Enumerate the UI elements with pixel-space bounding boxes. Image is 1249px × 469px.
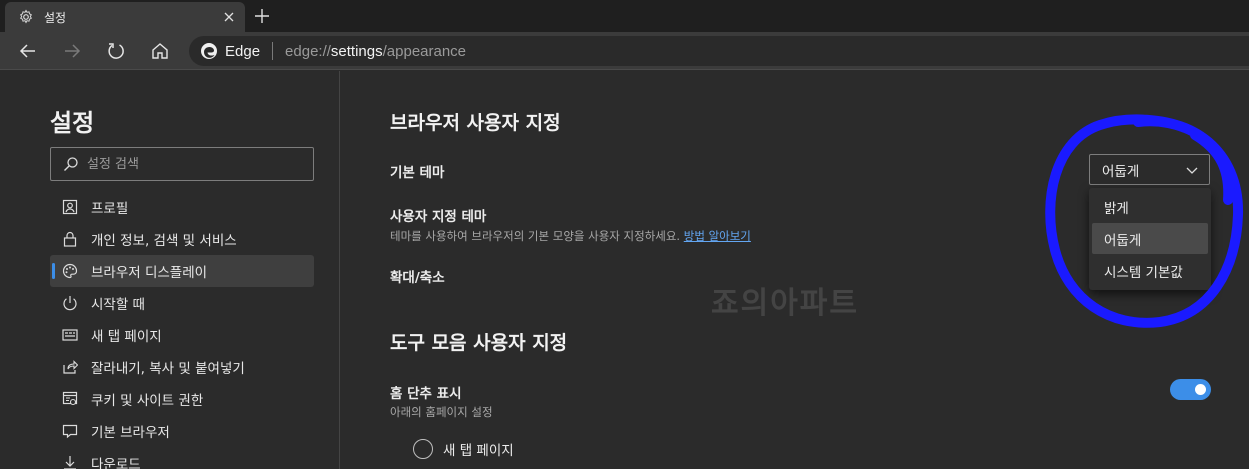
power-icon bbox=[63, 296, 77, 311]
url-text: edge://settings/appearance bbox=[285, 43, 466, 60]
sidebar-item-default-browser[interactable]: 기본 브라우저 bbox=[50, 415, 314, 447]
custom-theme-label: 사용자 지정 테마 bbox=[390, 209, 487, 225]
sidebar-item-appearance[interactable]: 브라우저 디스플레이 bbox=[50, 255, 314, 287]
toggle-knob bbox=[1195, 384, 1206, 395]
settings-sidebar: 설정 프로필 개인 정보, 검색 및 서비스 브라우저 디스플레이 시작할 때 … bbox=[0, 71, 340, 469]
home-button-toggle[interactable] bbox=[1170, 379, 1211, 400]
radio-new-tab[interactable] bbox=[413, 439, 433, 459]
home-icon bbox=[152, 43, 168, 59]
close-icon[interactable] bbox=[222, 10, 236, 24]
toolbar: Edge edge://settings/appearance bbox=[0, 32, 1249, 70]
palette-icon bbox=[62, 263, 78, 279]
address-separator bbox=[272, 42, 274, 60]
learn-more-link[interactable]: 방법 알아보기 bbox=[684, 229, 751, 243]
theme-dropdown-menu: 밝게 어둡게 시스템 기본값 bbox=[1089, 188, 1211, 290]
home-button-description: 아래의 홈페이지 설정 bbox=[390, 405, 493, 419]
zoom-label: 확대/축소 bbox=[390, 270, 445, 286]
profile-icon bbox=[62, 199, 78, 215]
sidebar-item-startup[interactable]: 시작할 때 bbox=[50, 287, 314, 319]
sidebar-item-label: 새 탭 페이지 bbox=[91, 329, 162, 345]
chevron-down-icon bbox=[1186, 167, 1198, 174]
share-icon bbox=[63, 360, 78, 374]
sidebar-item-cookies[interactable]: 쿠키 및 사이트 권한 bbox=[50, 383, 314, 415]
custom-theme-desc-text: 테마를 사용하여 브라우저의 기본 모양을 사용자 지정하세요. bbox=[390, 229, 681, 243]
sidebar-item-downloads[interactable]: 다운로드 bbox=[50, 447, 314, 469]
section-title-customize-toolbar: 도구 모음 사용자 지정 bbox=[390, 332, 568, 354]
address-bar[interactable]: Edge edge://settings/appearance bbox=[189, 36, 1249, 66]
new-tab-plus-icon[interactable] bbox=[253, 7, 271, 25]
theme-option-dark[interactable]: 어둡게 bbox=[1092, 223, 1208, 254]
settings-search[interactable] bbox=[50, 147, 314, 181]
tab-strip: 설정 bbox=[0, 0, 1249, 32]
section-title-customize-browser: 브라우저 사용자 지정 bbox=[390, 112, 561, 134]
new-tab-icon bbox=[62, 329, 78, 341]
watermark: 죠의아파트 bbox=[711, 286, 859, 321]
sidebar-item-label: 잘라내기, 복사 및 붙여넣기 bbox=[91, 361, 245, 377]
sidebar-item-label: 기본 브라우저 bbox=[91, 425, 170, 441]
default-theme-label: 기본 테마 bbox=[390, 165, 445, 181]
sidebar-item-label: 브라우저 디스플레이 bbox=[91, 265, 208, 281]
arrow-right-icon bbox=[65, 44, 81, 58]
sidebar-item-share-copy-paste[interactable]: 잘라내기, 복사 및 붙여넣기 bbox=[50, 351, 314, 383]
sidebar-item-label: 시작할 때 bbox=[91, 297, 145, 313]
theme-select[interactable]: 어둡게 bbox=[1089, 154, 1210, 185]
download-icon bbox=[64, 456, 76, 469]
sidebar-item-profile[interactable]: 프로필 bbox=[50, 191, 314, 223]
home-button[interactable] bbox=[150, 41, 170, 61]
tab-settings[interactable]: 설정 bbox=[5, 2, 245, 32]
back-button[interactable] bbox=[18, 41, 38, 61]
sidebar-item-label: 프로필 bbox=[91, 201, 129, 217]
refresh-button[interactable] bbox=[106, 41, 126, 61]
sidebar-item-privacy[interactable]: 개인 정보, 검색 및 서비스 bbox=[50, 223, 314, 255]
refresh-icon bbox=[108, 43, 124, 59]
arrow-left-icon bbox=[19, 44, 35, 58]
home-button-label: 홈 단추 표시 bbox=[390, 386, 462, 402]
sidebar-item-label: 쿠키 및 사이트 권한 bbox=[91, 393, 204, 409]
theme-option-light[interactable]: 밝게 bbox=[1092, 191, 1208, 222]
gear-icon bbox=[20, 9, 32, 24]
theme-select-value: 어둡게 bbox=[1102, 163, 1140, 180]
edge-logo-icon bbox=[201, 43, 217, 59]
cookie-icon bbox=[62, 391, 78, 406]
sidebar-item-label: 다운로드 bbox=[91, 457, 141, 469]
tab-title: 설정 bbox=[44, 10, 67, 25]
forward-button[interactable] bbox=[62, 41, 82, 61]
url-host: settings bbox=[330, 42, 383, 60]
sidebar-nav: 프로필 개인 정보, 검색 및 서비스 브라우저 디스플레이 시작할 때 새 탭… bbox=[50, 191, 314, 469]
sidebar-item-label: 개인 정보, 검색 및 서비스 bbox=[91, 233, 237, 249]
radio-new-tab-row[interactable]: 새 탭 페이지 bbox=[413, 439, 514, 459]
url-path: /appearance bbox=[382, 42, 467, 60]
settings-main: 브라우저 사용자 지정 기본 테마 어둡게 밝게 어둡게 시스템 기본값 사용자… bbox=[341, 71, 1249, 469]
sidebar-title: 설정 bbox=[50, 109, 95, 137]
site-name: Edge bbox=[225, 42, 261, 60]
search-input[interactable] bbox=[87, 156, 307, 172]
browser-icon bbox=[62, 424, 78, 439]
theme-option-system[interactable]: 시스템 기본값 bbox=[1092, 255, 1208, 286]
lock-icon bbox=[63, 231, 77, 247]
url-prefix: edge:// bbox=[285, 42, 331, 60]
sidebar-item-new-tab[interactable]: 새 탭 페이지 bbox=[50, 319, 314, 351]
custom-theme-description: 테마를 사용하여 브라우저의 기본 모양을 사용자 지정하세요. 방법 알아보기 bbox=[390, 228, 751, 244]
radio-new-tab-label: 새 탭 페이지 bbox=[443, 443, 514, 459]
search-icon bbox=[64, 157, 78, 171]
